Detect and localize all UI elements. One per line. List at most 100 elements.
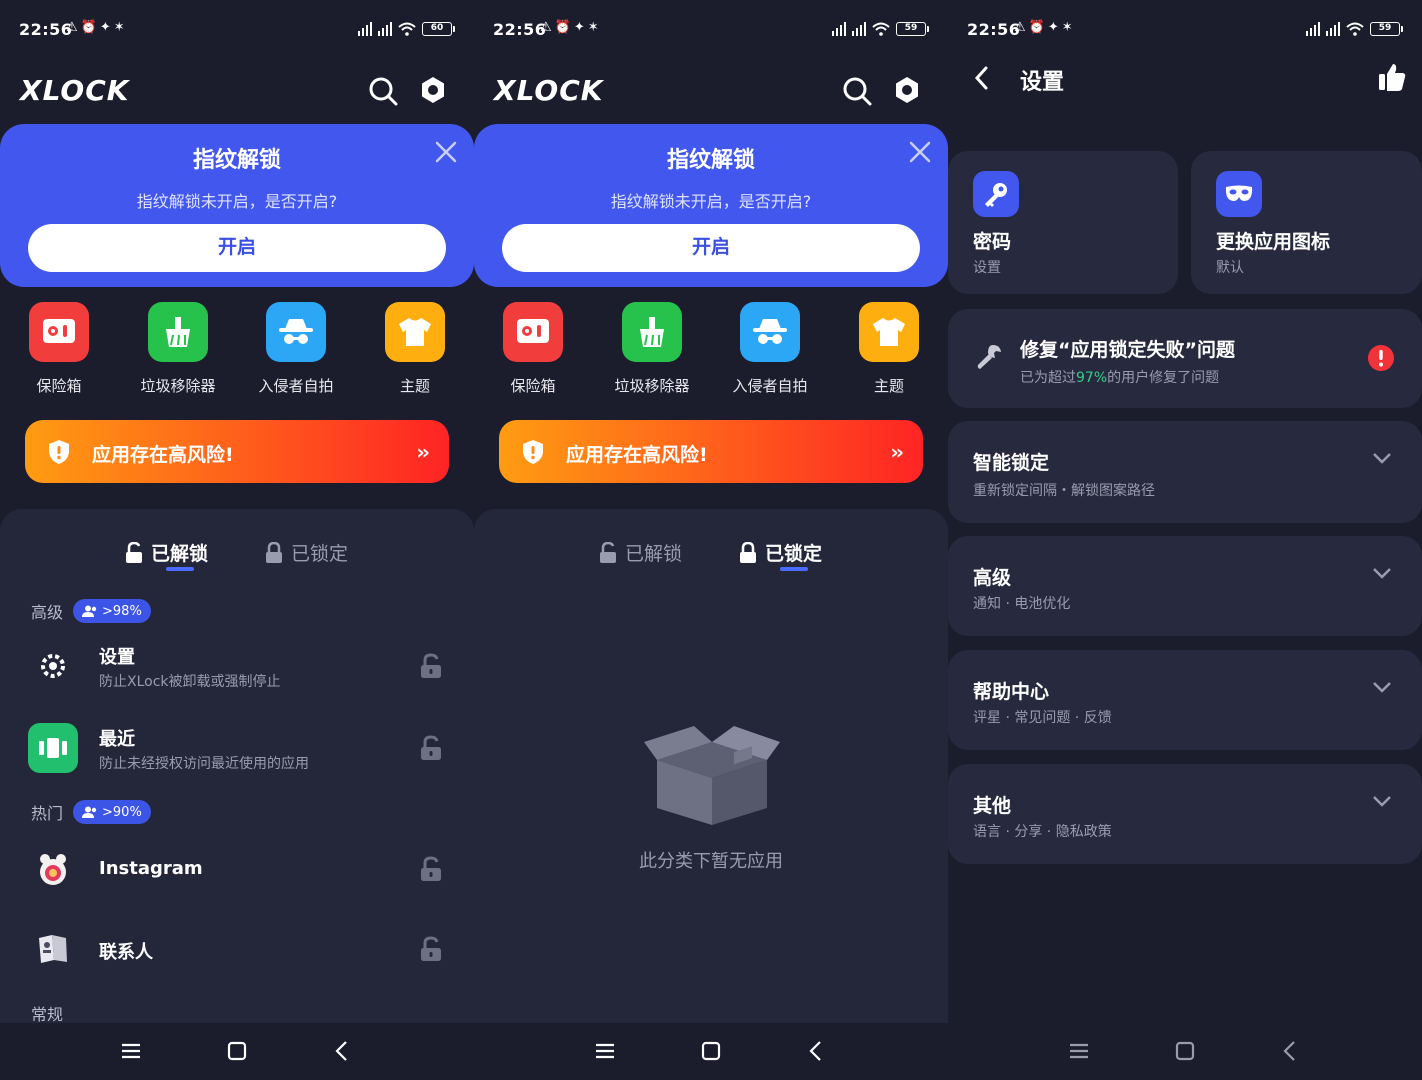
menu-icon[interactable] [1067, 1039, 1091, 1063]
settings-screen: 22:56 ⚠⏰✦✶ 59 设置 密码 设置 更换应用图标 默认 修复“应用锁定… [948, 0, 1422, 1080]
password-card[interactable]: 密码 设置 [948, 151, 1178, 294]
enable-fingerprint-button[interactable]: 开启 [502, 224, 920, 272]
list-item[interactable]: 最近 防止未经授权访问最近使用的应用 [0, 713, 474, 783]
tab-locked[interactable]: 已锁定 [265, 539, 348, 566]
tab-locked[interactable]: 已锁定 [739, 539, 822, 566]
banner-subtitle: 指纹解锁未开启，是否开启? [610, 192, 812, 211]
app-list-panel: 已解锁 已锁定 高级 >98% 设置 防止XLock被卸载或强制停止 最近 防止… [0, 509, 474, 1029]
fix-percent: 97% [1076, 370, 1108, 386]
home-screen-locked-tab: 22:56 ⚠⏰✦✶ 59 XLOCK 指纹解锁 指纹解锁未开启，是否开启? 开… [474, 0, 948, 1080]
lock-icon [740, 541, 756, 563]
other-item[interactable]: 其他 语言 · 分享 · 隐私政策 [948, 764, 1422, 864]
tool-theme[interactable]: 主题 [365, 302, 465, 396]
unlock-icon[interactable] [419, 735, 443, 761]
home-screen-unlocked-tab: 22:56 ⚠⏰✦✶ 60 XLOCK 指纹解锁 指纹解锁未开启，是否开启? 开… [0, 0, 474, 1080]
unlock-icon[interactable] [419, 653, 443, 679]
tool-label: 保险箱 [36, 377, 82, 395]
shirt-icon [385, 302, 445, 362]
tab-unlocked[interactable]: 已解锁 [125, 539, 208, 566]
wrench-icon [977, 345, 1001, 369]
tab-unlocked[interactable]: 已解锁 [599, 539, 682, 566]
unlock-icon[interactable] [419, 856, 443, 882]
thumbs-up-icon[interactable] [1378, 62, 1406, 92]
back-icon[interactable] [1278, 1039, 1302, 1063]
smart-lock-item[interactable]: 智能锁定 重新锁定间隔・解锁图案路径 [948, 421, 1422, 523]
item-title: 其他 [973, 795, 1012, 817]
help-center-item[interactable]: 帮助中心 评星 · 常见问题 · 反馈 [948, 650, 1422, 750]
close-icon[interactable] [434, 140, 458, 164]
tool-label: 垃圾移除器 [614, 377, 690, 395]
fix-lock-failure-item[interactable]: 修复“应用锁定失败”问题 已为超过97%的用户修复了问题 [948, 309, 1422, 408]
tab-label: 已锁定 [765, 543, 823, 565]
fingerprint-banner: 指纹解锁 指纹解锁未开启，是否开启? 开启 [0, 124, 474, 287]
home-icon[interactable] [699, 1039, 723, 1063]
back-arrow-icon[interactable] [970, 64, 994, 92]
navigation-bar [474, 1023, 948, 1080]
item-subtitle: 语言 · 分享 · 隐私政策 [973, 824, 1112, 840]
chevron-down-icon [1373, 682, 1391, 693]
change-icon-card[interactable]: 更换应用图标 默认 [1191, 151, 1422, 294]
search-icon[interactable] [842, 76, 872, 106]
chevron-down-icon [1373, 568, 1391, 579]
item-title: 高级 [973, 567, 1012, 589]
tool-junk-cleaner[interactable]: 垃圾移除器 [128, 302, 228, 396]
home-icon[interactable] [1173, 1039, 1197, 1063]
app-name: 联系人 [99, 942, 153, 963]
menu-icon[interactable] [593, 1039, 617, 1063]
gear-icon[interactable] [892, 75, 922, 105]
gear-icon[interactable] [418, 75, 448, 105]
empty-state-text: 此分类下暂无应用 [639, 851, 783, 872]
banner-subtitle: 指纹解锁未开启，是否开启? [136, 192, 338, 211]
status-notification-icons: ⚠⏰✦✶ [66, 20, 128, 35]
back-icon[interactable] [804, 1039, 828, 1063]
tool-theme[interactable]: 主题 [839, 302, 939, 396]
status-right-icons: 59 [1306, 22, 1403, 36]
double-chevron-right-icon: ›› [416, 440, 431, 464]
safe-icon [503, 302, 563, 362]
wifi-icon [1346, 22, 1364, 36]
advanced-item[interactable]: 高级 通知 · 电池优化 [948, 536, 1422, 636]
item-subtitle: 通知 · 电池优化 [973, 596, 1071, 612]
signal-icon [1306, 22, 1320, 36]
tool-junk-cleaner[interactable]: 垃圾移除器 [602, 302, 702, 396]
high-risk-banner[interactable]: 应用存在高风险! ›› [499, 420, 923, 483]
menu-icon[interactable] [119, 1039, 143, 1063]
section-advanced: 高级 >98% [31, 599, 151, 623]
tool-safe[interactable]: 保险箱 [9, 302, 109, 396]
fix-sub-pre: 已为超过 [1020, 370, 1076, 386]
home-icon[interactable] [225, 1039, 249, 1063]
signal-icon [832, 22, 846, 36]
high-risk-banner[interactable]: 应用存在高风险! ›› [25, 420, 449, 483]
list-item[interactable]: Instagram [0, 834, 474, 904]
unlock-icon[interactable] [419, 936, 443, 962]
app-name: 最近 [99, 729, 135, 750]
tool-intruder-selfie[interactable]: 入侵者自拍 [720, 302, 820, 396]
tab-label: 已解锁 [151, 543, 209, 565]
page-title: 设置 [1020, 70, 1065, 95]
tab-indicator [780, 567, 808, 571]
list-item[interactable]: 设置 防止XLock被卸载或强制停止 [0, 631, 474, 701]
tool-label: 入侵者自拍 [258, 377, 334, 395]
item-subtitle: 重新锁定间隔・解锁图案路径 [973, 483, 1155, 499]
tool-label: 主题 [399, 377, 430, 395]
status-time: 22:56 [967, 20, 1021, 39]
card-subtitle: 设置 [973, 260, 1001, 276]
banner-title: 指纹解锁 [666, 148, 755, 173]
close-icon[interactable] [908, 140, 932, 164]
list-item[interactable]: 联系人 [0, 914, 474, 984]
fix-subtitle: 已为超过97%的用户修复了问题 [1020, 367, 1219, 387]
signal-icon-2 [1326, 22, 1340, 36]
item-title: 智能锁定 [973, 452, 1050, 474]
tool-safe[interactable]: 保险箱 [483, 302, 583, 396]
signal-icon-2 [852, 22, 866, 36]
tab-indicator [166, 567, 194, 571]
badge-text: >90% [102, 804, 142, 820]
app-name: 设置 [99, 647, 135, 668]
tool-intruder-selfie[interactable]: 入侵者自拍 [246, 302, 346, 396]
enable-fingerprint-button[interactable]: 开启 [28, 224, 446, 272]
back-icon[interactable] [330, 1039, 354, 1063]
risk-text: 应用存在高风险! [566, 444, 708, 466]
search-icon[interactable] [368, 76, 398, 106]
app-description: 防止XLock被卸载或强制停止 [99, 674, 281, 690]
tool-label: 保险箱 [510, 377, 556, 395]
